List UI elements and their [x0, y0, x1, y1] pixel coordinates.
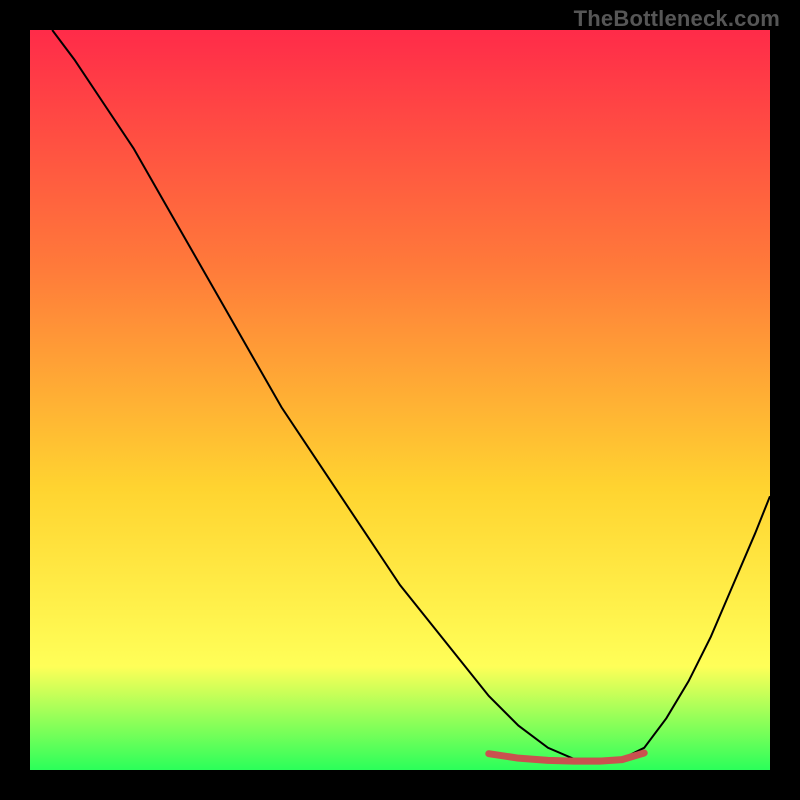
chart-svg — [30, 30, 770, 770]
plot-area — [30, 30, 770, 770]
gradient-background — [30, 30, 770, 770]
watermark-text: TheBottleneck.com — [574, 6, 780, 32]
chart-frame: TheBottleneck.com — [0, 0, 800, 800]
